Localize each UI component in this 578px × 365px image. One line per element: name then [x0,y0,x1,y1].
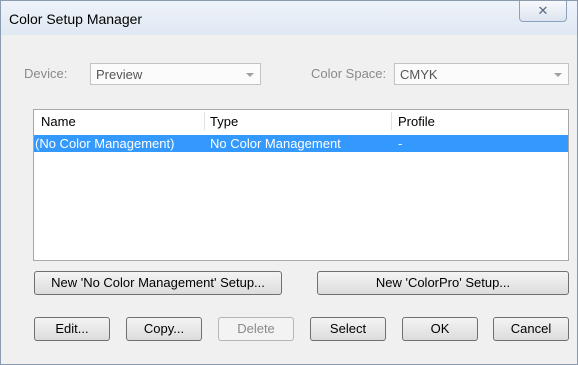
column-header-name[interactable]: Name [41,114,76,129]
chevron-down-icon [554,73,562,77]
new-no-color-management-setup-button[interactable]: New 'No Color Management' Setup... [34,271,282,295]
setup-list[interactable]: Name Type Profile (No Color Management) … [33,109,569,261]
ok-button[interactable]: OK [402,317,478,341]
chevron-down-icon [246,73,254,77]
delete-button[interactable]: Delete [218,317,294,341]
cancel-button[interactable]: Cancel [493,317,569,341]
color-setup-manager-dialog: Color Setup Manager ✕ Device: Preview Co… [0,0,578,365]
column-header-type[interactable]: Type [210,114,238,129]
close-icon: ✕ [537,3,549,18]
color-space-dropdown[interactable]: CMYK [394,63,569,85]
row-name: (No Color Management) [35,136,175,151]
row-type: No Color Management [210,136,341,151]
title-bar: Color Setup Manager ✕ [1,1,577,35]
device-dropdown[interactable]: Preview [90,63,261,85]
column-divider[interactable] [204,112,205,130]
row-profile: - [398,136,403,151]
color-space-value: CMYK [400,67,438,82]
list-row-selected[interactable]: (No Color Management) No Color Managemen… [34,135,568,152]
close-button[interactable]: ✕ [519,1,567,22]
list-header: Name Type Profile [34,110,568,132]
edit-button[interactable]: Edit... [34,317,110,341]
column-header-profile[interactable]: Profile [398,114,435,129]
copy-button[interactable]: Copy... [126,317,202,341]
device-label: Device: [24,66,68,81]
window-title: Color Setup Manager [9,11,143,27]
column-divider[interactable] [391,112,392,130]
color-space-label: Color Space: [311,66,387,81]
select-button[interactable]: Select [310,317,386,341]
device-value: Preview [96,67,143,82]
new-colorpro-setup-button[interactable]: New 'ColorPro' Setup... [317,271,569,295]
